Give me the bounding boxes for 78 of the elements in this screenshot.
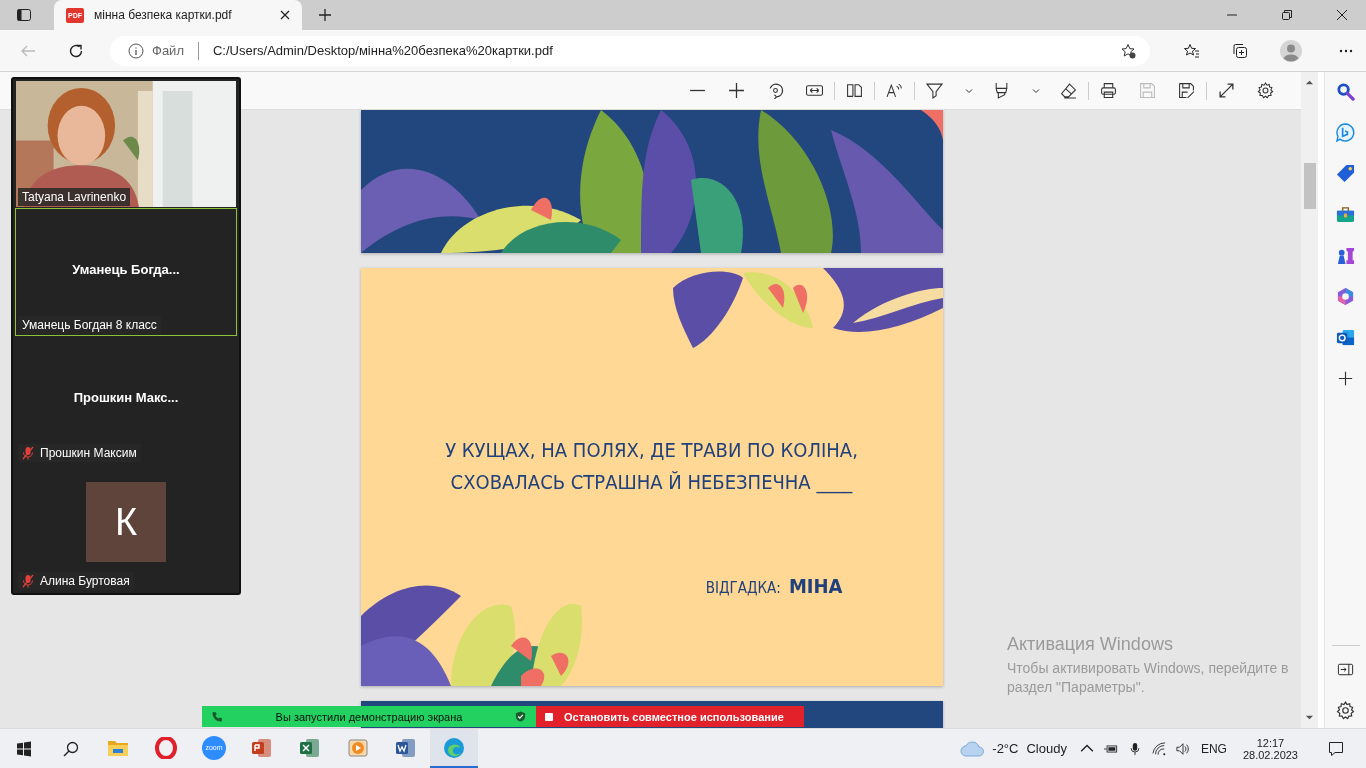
add-icon[interactable] bbox=[1336, 369, 1355, 388]
mail-icon[interactable] bbox=[1336, 328, 1355, 347]
chess-pieces-icon[interactable] bbox=[1336, 246, 1355, 265]
temperature-text[interactable]: -2°C bbox=[992, 741, 1019, 756]
play-icon bbox=[347, 736, 369, 759]
site-info-label: Файл bbox=[152, 43, 184, 58]
close-icon[interactable] bbox=[280, 10, 290, 20]
riddle-line: У КУЩАХ, НА ПОЛЯХ, ДЕ ТРАВИ ПО КОЛІНА, bbox=[445, 438, 858, 462]
new-tab-icon[interactable] bbox=[318, 8, 332, 22]
document-app-icon bbox=[395, 736, 417, 759]
scrollbar[interactable] bbox=[1301, 72, 1318, 728]
search-icon[interactable] bbox=[63, 740, 79, 757]
info-icon bbox=[128, 42, 144, 59]
clock-time[interactable]: 12:17 bbox=[1256, 736, 1285, 749]
participant-label: Tatyana Lavrinenko bbox=[22, 190, 127, 204]
phone-icon bbox=[212, 711, 223, 722]
scroll-down-icon[interactable] bbox=[1305, 713, 1314, 722]
clock-date[interactable]: 28.02.2023 bbox=[1242, 748, 1298, 761]
start-icon[interactable] bbox=[16, 740, 32, 757]
chat-bubble-icon[interactable] bbox=[1336, 123, 1355, 142]
participant-label: Прошкин Максим bbox=[40, 446, 137, 460]
rotate-icon[interactable] bbox=[767, 82, 784, 99]
sharing-status-bar: Вы запустили демонстрацию экрана bbox=[202, 706, 536, 727]
language-indicator[interactable]: ENG bbox=[1200, 741, 1227, 756]
tag-icon[interactable] bbox=[1336, 164, 1355, 183]
fit-width-icon[interactable] bbox=[806, 82, 823, 99]
favorites-icon[interactable] bbox=[1184, 42, 1200, 59]
shield-icon bbox=[515, 711, 526, 722]
riddle-line: СХОВАЛАСЬ СТРАШНА Й НЕБЕЗПЕЧНА ____ bbox=[450, 470, 853, 494]
reload-icon[interactable] bbox=[68, 42, 84, 59]
eraser-icon[interactable] bbox=[1060, 82, 1077, 99]
document-app-icon bbox=[251, 736, 273, 759]
participant-label: Уманець Богдан 8 класс bbox=[22, 318, 157, 332]
print-icon[interactable] bbox=[1100, 82, 1117, 99]
url-text: C:/Users/Admin/Desktop/мінна%20безпека%20картки.pdf bbox=[212, 43, 553, 58]
speaker-icon[interactable] bbox=[1175, 741, 1190, 756]
close-icon[interactable] bbox=[1337, 10, 1347, 20]
weather-text[interactable]: Cloudy bbox=[1026, 741, 1067, 756]
search-icon[interactable] bbox=[1336, 82, 1355, 101]
zoom-in-icon[interactable] bbox=[728, 82, 745, 99]
save-as-icon[interactable] bbox=[1178, 82, 1195, 99]
tab-actions-icon[interactable] bbox=[16, 7, 32, 23]
document-app-icon bbox=[299, 736, 321, 759]
scrollbar-thumb[interactable] bbox=[1303, 163, 1316, 209]
hexagon-logo-icon[interactable] bbox=[1336, 287, 1355, 306]
read-aloud-icon[interactable] bbox=[886, 82, 903, 99]
notifications-icon[interactable] bbox=[1328, 740, 1344, 757]
settings-icon[interactable] bbox=[1257, 82, 1274, 99]
participant-label: Алина Буртовая bbox=[40, 574, 130, 588]
profile-avatar-icon[interactable] bbox=[1280, 39, 1302, 62]
address-field[interactable]: Файл C:/Users/Admin/Desktop/мінна%20безпека%20картки.pdf bbox=[110, 35, 1150, 66]
activation-title: Активация Windows bbox=[1007, 634, 1174, 655]
answer-label: ВІДГАДКА: bbox=[705, 579, 781, 597]
scroll-up-icon[interactable] bbox=[1305, 78, 1314, 87]
participant-tile[interactable]: К Алина Буртовая bbox=[15, 464, 237, 592]
ring-logo-icon bbox=[155, 736, 177, 759]
stop-sharing-button[interactable]: Остановить совместное использование bbox=[536, 706, 804, 727]
participant-tile[interactable]: Прошкин Макс... Прошкин Максим bbox=[15, 336, 237, 464]
participant-tile[interactable]: Tatyana Lavrinenko bbox=[15, 80, 237, 208]
wifi-icon[interactable] bbox=[1151, 741, 1166, 756]
page-view-icon[interactable] bbox=[846, 82, 863, 99]
participant-avatar: К bbox=[86, 482, 166, 562]
participant-tile[interactable]: Уманець Богда... Уманець Богдан 8 класс bbox=[15, 208, 237, 336]
fullscreen-icon[interactable] bbox=[1218, 82, 1235, 99]
taskbar-app[interactable] bbox=[430, 729, 478, 768]
stop-icon bbox=[544, 711, 554, 722]
settings-icon[interactable] bbox=[1336, 701, 1355, 720]
activation-text: Чтобы активировать Windows, перейдите в раздел "Параметры". bbox=[1007, 659, 1290, 697]
participant-name: Прошкин Макс... bbox=[73, 389, 179, 405]
collections-icon[interactable] bbox=[1232, 42, 1248, 59]
add-favorite-icon[interactable] bbox=[1120, 42, 1136, 59]
wave-logo-icon bbox=[443, 736, 465, 759]
highlight-icon[interactable] bbox=[993, 82, 1010, 99]
participant-name: Уманець Богда... bbox=[72, 261, 180, 277]
toolbox-icon[interactable] bbox=[1336, 205, 1355, 224]
answer-text: МІНА bbox=[788, 574, 843, 598]
microphone-icon[interactable] bbox=[1127, 741, 1142, 756]
restore-icon[interactable] bbox=[1282, 10, 1292, 20]
